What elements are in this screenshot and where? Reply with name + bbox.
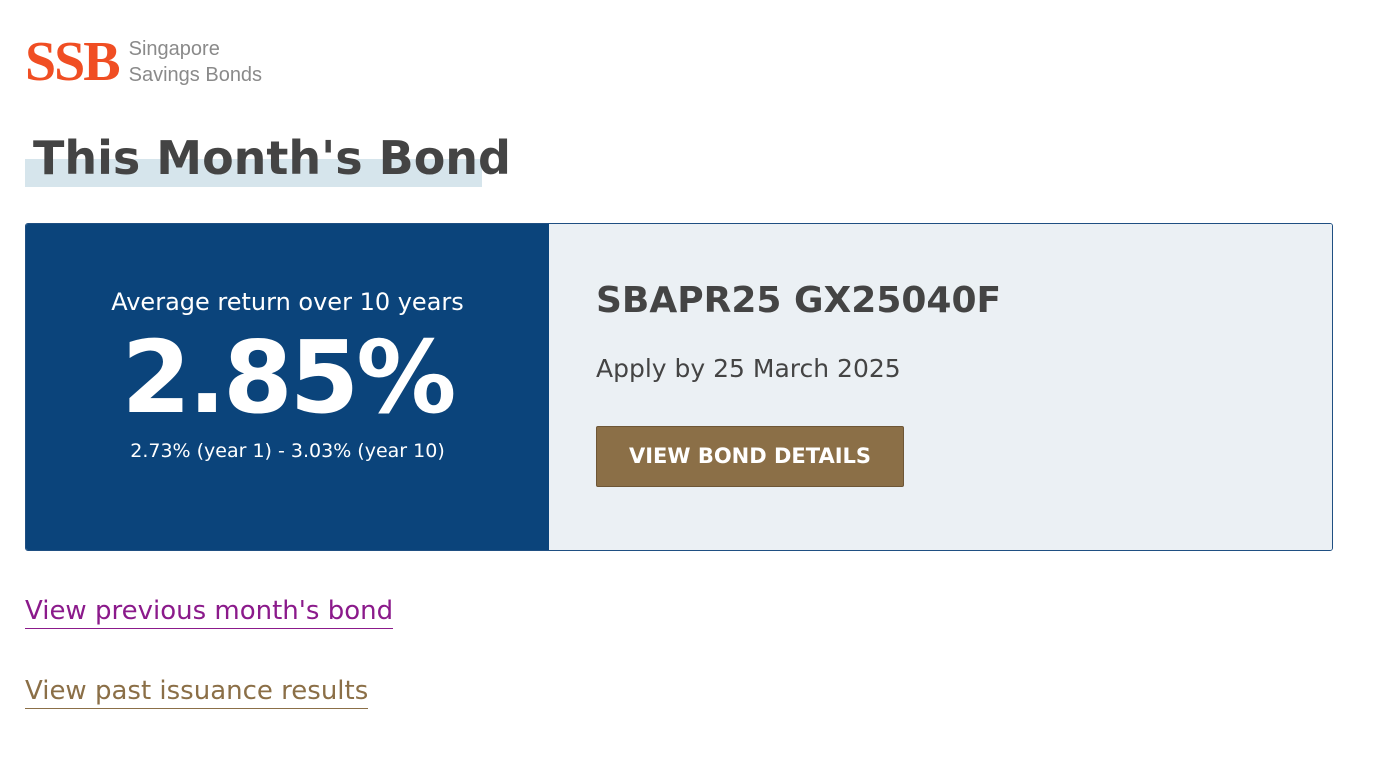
detail-panel: SBAPR25 GX25040F Apply by 25 March 2025 … [549,224,1332,550]
previous-bond-link[interactable]: View previous month's bond [25,594,394,629]
rate-label: Average return over 10 years [111,288,464,316]
page-title-wrap: This Month's Bond [25,125,511,191]
page-title: This Month's Bond [33,131,511,185]
logo-text: Singapore Savings Bonds [129,36,262,88]
page: SSB Singapore Savings Bonds This Month's… [0,0,1390,780]
bond-code: SBAPR25 GX25040F [596,280,1002,321]
logo-line-1: Singapore [128,38,220,60]
rate-value: 2.85% [121,319,457,436]
logo-line-2: Savings Bonds [128,64,263,86]
apply-by-date: Apply by 25 March 2025 [596,354,901,383]
rate-panel: Average return over 10 years 2.85% 2.73%… [26,224,549,550]
bond-card: Average return over 10 years 2.85% 2.73%… [25,223,1333,551]
past-issuance-link[interactable]: View past issuance results [25,674,369,709]
rate-range: 2.73% (year 1) - 3.03% (year 10) [130,440,445,462]
ssb-logo[interactable]: SSB Singapore Savings Bonds [25,34,262,90]
view-bond-details-button[interactable]: VIEW BOND DETAILS [596,426,904,487]
logo-mark: SSB [25,31,121,93]
